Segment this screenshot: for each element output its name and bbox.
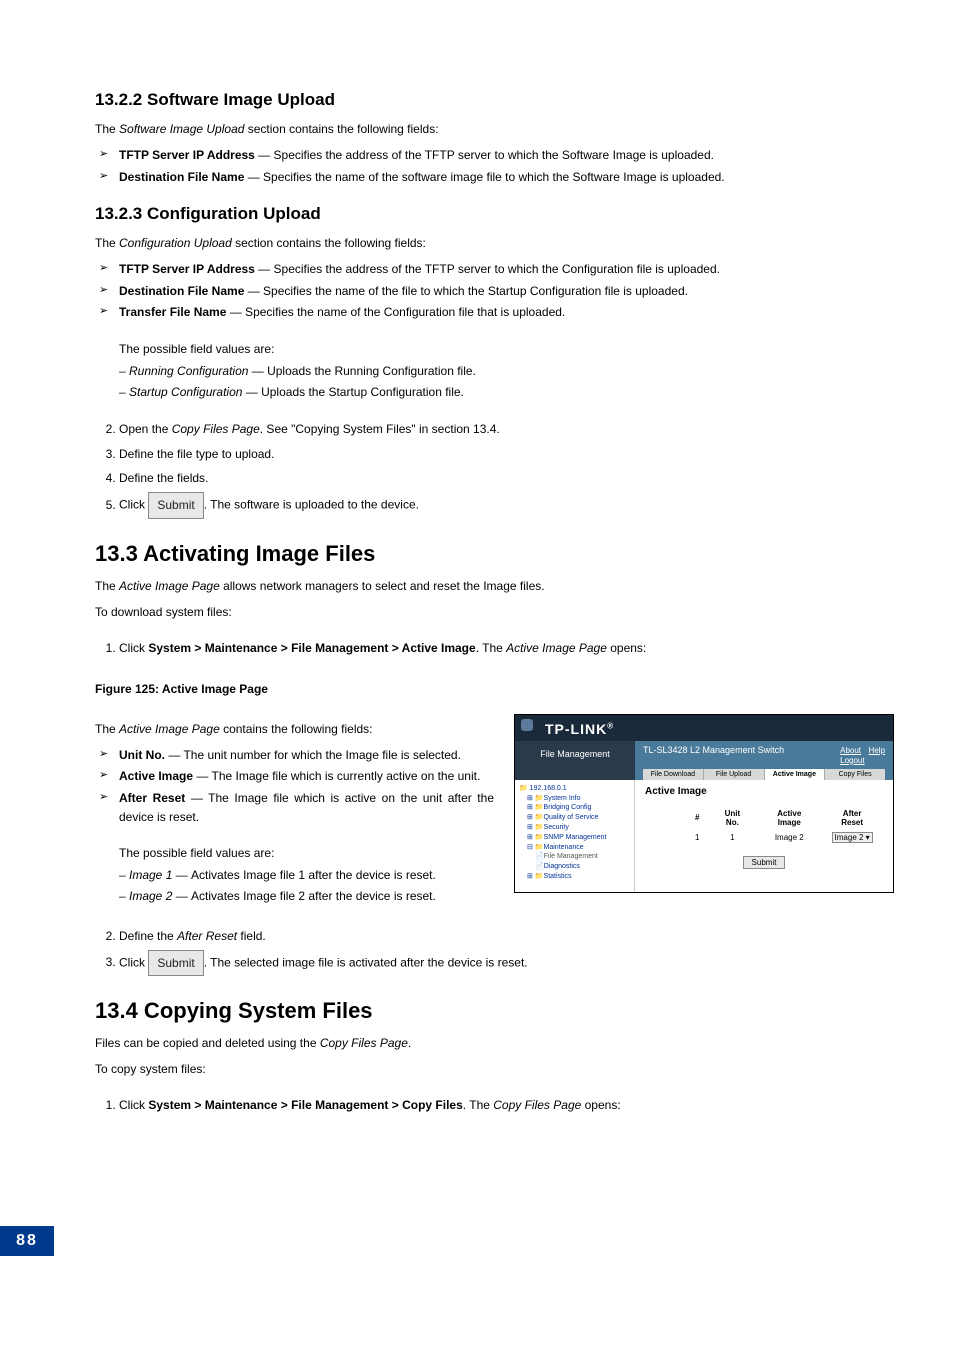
tab-copy-files[interactable]: Copy Files	[825, 769, 885, 780]
intro-13-2-2: The Software Image Upload section contai…	[95, 120, 894, 138]
step-item: Click System > Maintenance > File Manage…	[119, 637, 894, 660]
step-item: Click Submit. The software is uploaded t…	[119, 492, 894, 519]
heading-13-3: 13.3 Activating Image Files	[95, 541, 894, 567]
intro-13-3-download: To download system files:	[95, 603, 894, 621]
side-heading: File Management	[515, 741, 635, 780]
list-item: Destination File Name — Specifies the na…	[95, 168, 894, 187]
step-item: Click Submit. The selected image file is…	[119, 950, 894, 977]
list-13-2-3: TFTP Server IP Address — Specifies the a…	[95, 260, 894, 322]
sub-possible: The possible field values are:	[119, 340, 894, 359]
list-item: TFTP Server IP Address — Specifies the a…	[95, 146, 894, 165]
intro-13-3: The Active Image Page allows network man…	[95, 577, 894, 595]
panel-submit-button[interactable]: Submit	[743, 856, 786, 869]
tree-maintenance[interactable]: ⊟ 📁Maintenance	[519, 843, 630, 853]
nav-tree: 📁 192.168.0.1 ⊞ 📁System Info ⊞ 📁Bridging…	[515, 780, 635, 892]
tree-statistics[interactable]: ⊞ 📁Statistics	[519, 872, 630, 882]
list-item: Active Image — The Image file which is c…	[95, 767, 494, 786]
td-active: Image 2	[757, 831, 821, 844]
tree-snmp[interactable]: ⊞ 📁SNMP Management	[519, 833, 630, 843]
brand-logo: TP-LINK®	[545, 721, 883, 737]
intro-13-2-3: The Configuration Upload section contain…	[95, 234, 894, 252]
step-item: Define the fields.	[119, 467, 894, 490]
sub-possible-2: The possible field values are:	[119, 844, 494, 863]
list-item: TFTP Server IP Address — Specifies the a…	[95, 260, 894, 279]
th-hash: #	[687, 807, 707, 829]
sub-startup: – Startup Configuration — Uploads the St…	[119, 383, 894, 402]
after-reset-select[interactable]: Image 2 ▾	[832, 832, 873, 843]
step-item: Open the Copy Files Page. See "Copying S…	[119, 418, 894, 441]
tab-file-upload[interactable]: File Upload	[704, 769, 765, 780]
sub-image1: – Image 1 — Activates Image file 1 after…	[119, 866, 494, 885]
steps-upload: Open the Copy Files Page. See "Copying S…	[95, 418, 894, 519]
about-link[interactable]: About	[840, 746, 861, 755]
panel-active-image: Active Image # Unit No. Active Image Aft…	[635, 780, 893, 892]
logo-icon	[521, 719, 533, 731]
sub-image2: – Image 2 — Activates Image file 2 after…	[119, 887, 494, 906]
shot-header: TP-LINK®	[515, 715, 893, 741]
switch-title: TL-SL3428 L2 Management Switch	[643, 745, 784, 755]
table-row: 1 1 Image 2 Image 2 ▾	[687, 831, 881, 844]
intro-13-4-copy: To copy system files:	[95, 1060, 894, 1078]
sub-running: – Running Configuration — Uploads the Ru…	[119, 362, 894, 381]
heading-13-2-2: 13.2.2 Software Image Upload	[95, 90, 894, 110]
panel-title: Active Image	[645, 786, 883, 797]
list-item: Transfer File Name — Specifies the name …	[95, 303, 894, 322]
list-item: Unit No. — The unit number for which the…	[95, 746, 494, 765]
td-unit: 1	[709, 831, 755, 844]
submit-button[interactable]: Submit	[148, 492, 203, 519]
th-active: Active Image	[757, 807, 821, 829]
step-item: Click System > Maintenance > File Manage…	[119, 1094, 894, 1117]
tree-bridging[interactable]: ⊞ 📁Bridging Config	[519, 803, 630, 813]
figure-caption: Figure 125: Active Image Page	[95, 682, 894, 696]
tab-file-download[interactable]: File Download	[643, 769, 704, 780]
heading-13-4: 13.4 Copying System Files	[95, 998, 894, 1024]
intro-13-4: Files can be copied and deleted using th…	[95, 1034, 894, 1052]
fields-list: Unit No. — The unit number for which the…	[95, 746, 494, 826]
tab-bar: File Download File Upload Active Image C…	[643, 769, 885, 780]
page-number: 88	[0, 1226, 54, 1256]
steps-after-reset: Define the After Reset field. Click Subm…	[95, 925, 894, 977]
steps-13-4: Click System > Maintenance > File Manage…	[95, 1094, 894, 1117]
list-item: Destination File Name — Specifies the na…	[95, 282, 894, 301]
steps-13-3: Click System > Maintenance > File Manage…	[95, 637, 894, 660]
tree-file-mgmt[interactable]: 📄File Management	[519, 852, 630, 862]
td-hash: 1	[687, 831, 707, 844]
tree-qos[interactable]: ⊞ 📁Quality of Service	[519, 813, 630, 823]
list-13-2-2: TFTP Server IP Address — Specifies the a…	[95, 146, 894, 186]
active-image-table: # Unit No. Active Image After Reset 1 1 …	[685, 805, 883, 846]
submit-button[interactable]: Submit	[148, 950, 203, 977]
tree-security[interactable]: ⊞ 📁Security	[519, 823, 630, 833]
tree-diagnostics[interactable]: 📄Diagnostics	[519, 862, 630, 872]
step-item: Define the After Reset field.	[119, 925, 894, 948]
step-item: Define the file type to upload.	[119, 443, 894, 466]
tree-ip[interactable]: 📁 192.168.0.1	[519, 784, 630, 794]
list-item: After Reset — The Image file which is ac…	[95, 789, 494, 826]
th-unit: Unit No.	[709, 807, 755, 829]
logout-link[interactable]: Logout	[840, 756, 864, 765]
tree-system-info[interactable]: ⊞ 📁System Info	[519, 794, 630, 804]
screenshot-active-image: TP-LINK® File Management TL-SL3428 L2 Ma…	[514, 714, 894, 893]
fields-intro: The Active Image Page contains the follo…	[95, 720, 494, 738]
tab-active-image[interactable]: Active Image	[765, 769, 826, 780]
help-link[interactable]: Help	[869, 746, 885, 755]
heading-13-2-3: 13.2.3 Configuration Upload	[95, 204, 894, 224]
th-after: After Reset	[823, 807, 881, 829]
